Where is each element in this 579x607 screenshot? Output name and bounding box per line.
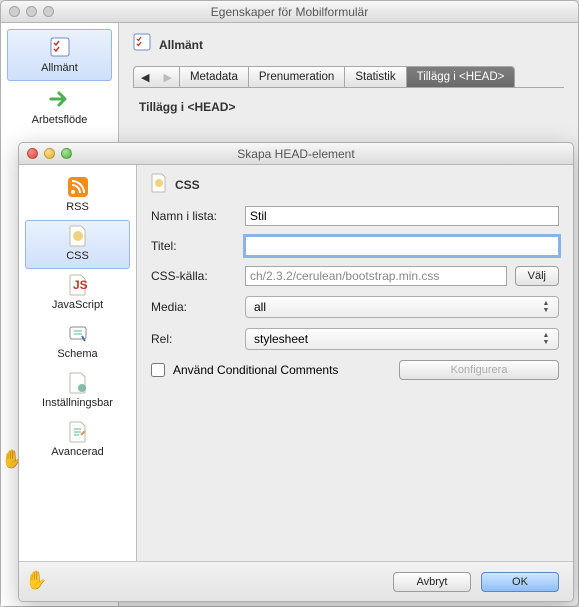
minimize-icon[interactable] (26, 6, 37, 17)
titlebar[interactable]: Egenskaper för Mobilformulär (1, 1, 578, 23)
js-file-icon: JS (67, 274, 89, 296)
tab-prenumeration[interactable]: Prenumeration (249, 66, 345, 87)
tab-bar: ◀ ▶ Metadata Prenumeration Statistik Til… (133, 66, 564, 88)
chevron-right-icon[interactable]: ▶ (156, 68, 178, 87)
rel-select[interactable]: stylesheet ▲▼ (245, 328, 559, 350)
svg-text:JS: JS (73, 278, 87, 292)
configure-button: Konfigurera (399, 360, 559, 380)
title-input[interactable] (245, 236, 559, 256)
file-edit-icon (67, 421, 89, 443)
tab-nav[interactable]: ◀ ▶ (133, 66, 180, 87)
section-title: Allmänt (133, 33, 564, 56)
titlebar[interactable]: Skapa HEAD-element (19, 143, 573, 165)
zoom-icon[interactable] (43, 6, 54, 17)
sidebar-item-label: CSS (66, 250, 89, 262)
panel-title: CSS (151, 173, 559, 196)
sidebar-item-label: Avancerad (51, 446, 103, 458)
conditional-comments-checkbox[interactable] (151, 363, 165, 377)
source-input[interactable] (245, 266, 507, 286)
window-title: Skapa HEAD-element (19, 147, 573, 161)
minimize-icon[interactable] (44, 148, 55, 159)
zoom-icon[interactable] (61, 148, 72, 159)
updown-icon: ▲▼ (538, 329, 554, 349)
hand-icon: ✋ (25, 570, 47, 591)
file-gear-icon (67, 372, 89, 394)
tab-head[interactable]: Tillägg i <HEAD> (407, 66, 516, 87)
create-head-element-dialog: Skapa HEAD-element RSS CSS JS JavaScript (18, 142, 574, 602)
choose-button[interactable]: Välj (515, 266, 559, 286)
sidebar-item-rss[interactable]: RSS (25, 171, 130, 220)
chevron-left-icon[interactable]: ◀ (134, 68, 156, 87)
form-panel: CSS Namn i lista: Titel: CSS-källa: Välj… (137, 165, 573, 561)
label-media: Media: (151, 300, 237, 314)
media-select[interactable]: all ▲▼ (245, 296, 559, 318)
sidebar-item-label: RSS (66, 201, 89, 213)
label-name: Namn i lista: (151, 209, 237, 223)
close-icon[interactable] (27, 148, 38, 159)
ok-button[interactable]: OK (481, 572, 559, 592)
sidebar-item-javascript[interactable]: JS JavaScript (25, 269, 130, 318)
sidebar-item-label: Schema (57, 348, 97, 360)
sidebar-item-css[interactable]: CSS (25, 220, 130, 269)
checklist-icon (49, 36, 71, 58)
sidebar-item-label: Allmänt (41, 62, 78, 74)
css-file-icon (151, 173, 167, 196)
css-file-icon (67, 225, 89, 247)
arrow-right-icon (49, 88, 71, 110)
sidebar-item-schema[interactable]: Schema (25, 318, 130, 367)
cancel-button[interactable]: Avbryt (393, 572, 471, 592)
updown-icon: ▲▼ (538, 297, 554, 317)
sidebar: RSS CSS JS JavaScript Schema (19, 165, 137, 561)
close-icon[interactable] (9, 6, 20, 17)
sidebar-item-label: Inställningsbar (42, 397, 113, 409)
tab-statistik[interactable]: Statistik (345, 66, 406, 87)
label-rel: Rel: (151, 332, 237, 346)
dialog-footer: ✋ Avbryt OK (19, 561, 573, 601)
sidebar-item-general[interactable]: Allmänt (7, 29, 112, 81)
checkbox-label: Använd Conditional Comments (173, 363, 338, 377)
checklist-icon (133, 33, 151, 56)
fieldset-title: Tillägg i <HEAD> (139, 100, 564, 114)
label-title: Titel: (151, 239, 237, 253)
sidebar-item-advanced[interactable]: Avancerad (25, 416, 130, 465)
schema-icon (67, 323, 89, 345)
window-title: Egenskaper för Mobilformulär (1, 5, 578, 19)
label-source: CSS-källa: (151, 269, 237, 283)
tab-metadata[interactable]: Metadata (180, 66, 249, 87)
sidebar-item-workflow[interactable]: Arbetsflöde (7, 81, 112, 133)
sidebar-item-label: JavaScript (52, 299, 103, 311)
sidebar-item-label: Arbetsflöde (32, 114, 88, 126)
sidebar-item-configurable[interactable]: Inställningsbar (25, 367, 130, 416)
name-input[interactable] (245, 206, 559, 226)
rss-icon (67, 176, 89, 198)
